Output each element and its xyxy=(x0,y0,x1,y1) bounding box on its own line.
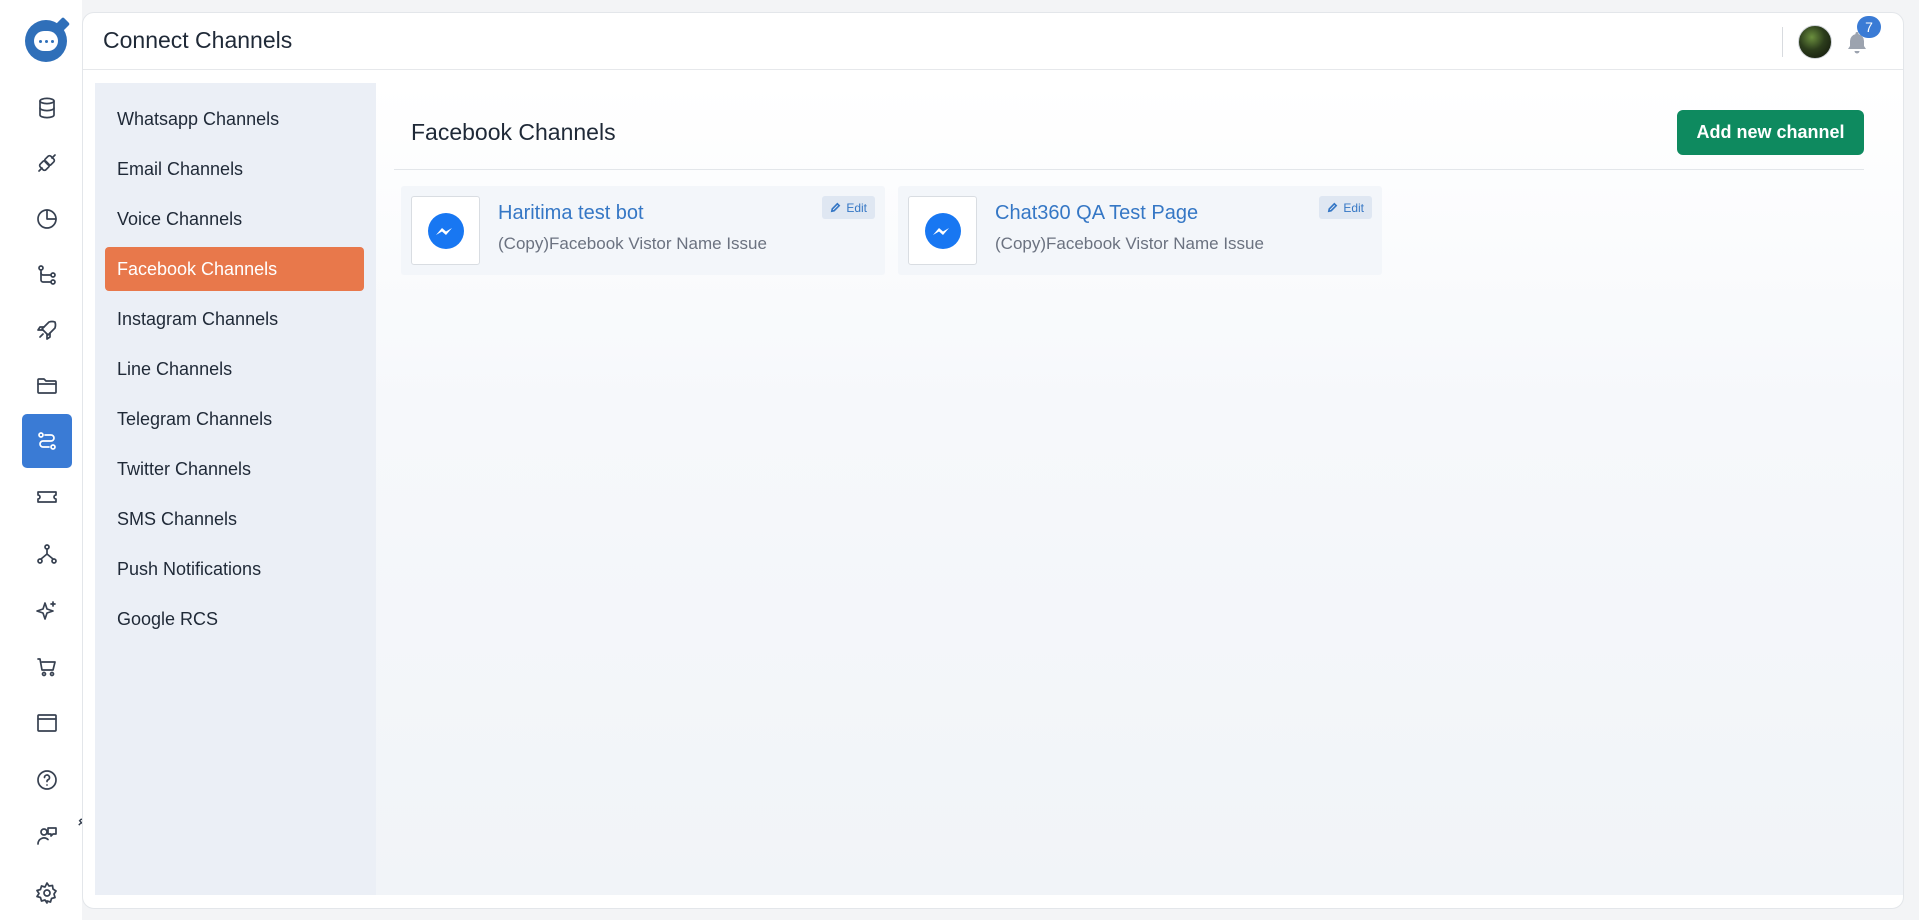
channels-icon[interactable] xyxy=(22,414,72,468)
help-icon[interactable] xyxy=(22,753,72,807)
database-icon[interactable] xyxy=(22,81,72,135)
page-title: Connect Channels xyxy=(103,27,293,53)
section-title: Facebook Channels xyxy=(411,119,616,145)
messenger-icon xyxy=(908,196,977,265)
main-frame: Connect Channels 7 Whatsapp Channels Ema… xyxy=(82,12,1904,909)
network-icon[interactable] xyxy=(22,527,72,581)
nav-item-email[interactable]: Email Channels xyxy=(105,147,364,191)
add-new-channel-button[interactable]: Add new channel xyxy=(1677,110,1864,155)
channel-content: Facebook Channels Add new channel Hariti… xyxy=(376,83,1903,895)
plug-icon[interactable] xyxy=(22,136,72,190)
content-divider xyxy=(394,169,1864,170)
sparkle-icon[interactable] xyxy=(22,584,72,638)
settings-icon[interactable] xyxy=(22,866,72,920)
window-icon[interactable] xyxy=(22,696,72,750)
channel-card[interactable]: Chat360 QA Test Page (Copy)Facebook Vist… xyxy=(898,186,1382,275)
pie-chart-icon[interactable] xyxy=(22,192,72,246)
cart-icon[interactable] xyxy=(22,640,72,694)
folder-icon[interactable] xyxy=(22,359,72,413)
nav-item-telegram[interactable]: Telegram Channels xyxy=(105,397,364,441)
nav-item-whatsapp[interactable]: Whatsapp Channels xyxy=(105,97,364,141)
edit-label: Edit xyxy=(846,200,867,215)
channel-description: (Copy)Facebook Vistor Name Issue xyxy=(995,234,1264,253)
avatar[interactable] xyxy=(1798,25,1832,59)
nav-item-line[interactable]: Line Channels xyxy=(105,347,364,391)
messenger-icon xyxy=(411,196,480,265)
notification-badge: 7 xyxy=(1857,16,1881,38)
header-divider xyxy=(1782,27,1783,57)
flow-icon[interactable] xyxy=(22,248,72,302)
nav-item-google-rcs[interactable]: Google RCS xyxy=(105,597,364,641)
icon-rail xyxy=(0,0,91,920)
edit-label: Edit xyxy=(1343,200,1364,215)
nav-item-voice[interactable]: Voice Channels xyxy=(105,197,364,241)
edit-button[interactable]: Edit xyxy=(1319,196,1372,219)
edit-button[interactable]: Edit xyxy=(822,196,875,219)
channel-nav: Whatsapp Channels Email Channels Voice C… xyxy=(95,83,376,895)
nav-item-facebook[interactable]: Facebook Channels xyxy=(105,247,364,291)
channel-card[interactable]: Haritima test bot (Copy)Facebook Vistor … xyxy=(401,186,885,275)
pencil-icon xyxy=(1328,202,1338,213)
nav-item-twitter[interactable]: Twitter Channels xyxy=(105,447,364,491)
rocket-icon[interactable] xyxy=(22,303,72,357)
agent-icon[interactable] xyxy=(22,809,72,863)
pencil-icon xyxy=(831,202,841,213)
channel-name[interactable]: Chat360 QA Test Page xyxy=(995,202,1198,225)
ticket-icon[interactable] xyxy=(22,470,72,524)
nav-item-push-notifications[interactable]: Push Notifications xyxy=(105,547,364,591)
nav-item-instagram[interactable]: Instagram Channels xyxy=(105,297,364,341)
channel-name[interactable]: Haritima test bot xyxy=(498,202,644,225)
top-header: Connect Channels 7 xyxy=(83,13,1903,70)
nav-item-sms[interactable]: SMS Channels xyxy=(105,497,364,541)
channel-description: (Copy)Facebook Vistor Name Issue xyxy=(498,234,767,253)
app-logo-icon[interactable] xyxy=(25,20,67,62)
